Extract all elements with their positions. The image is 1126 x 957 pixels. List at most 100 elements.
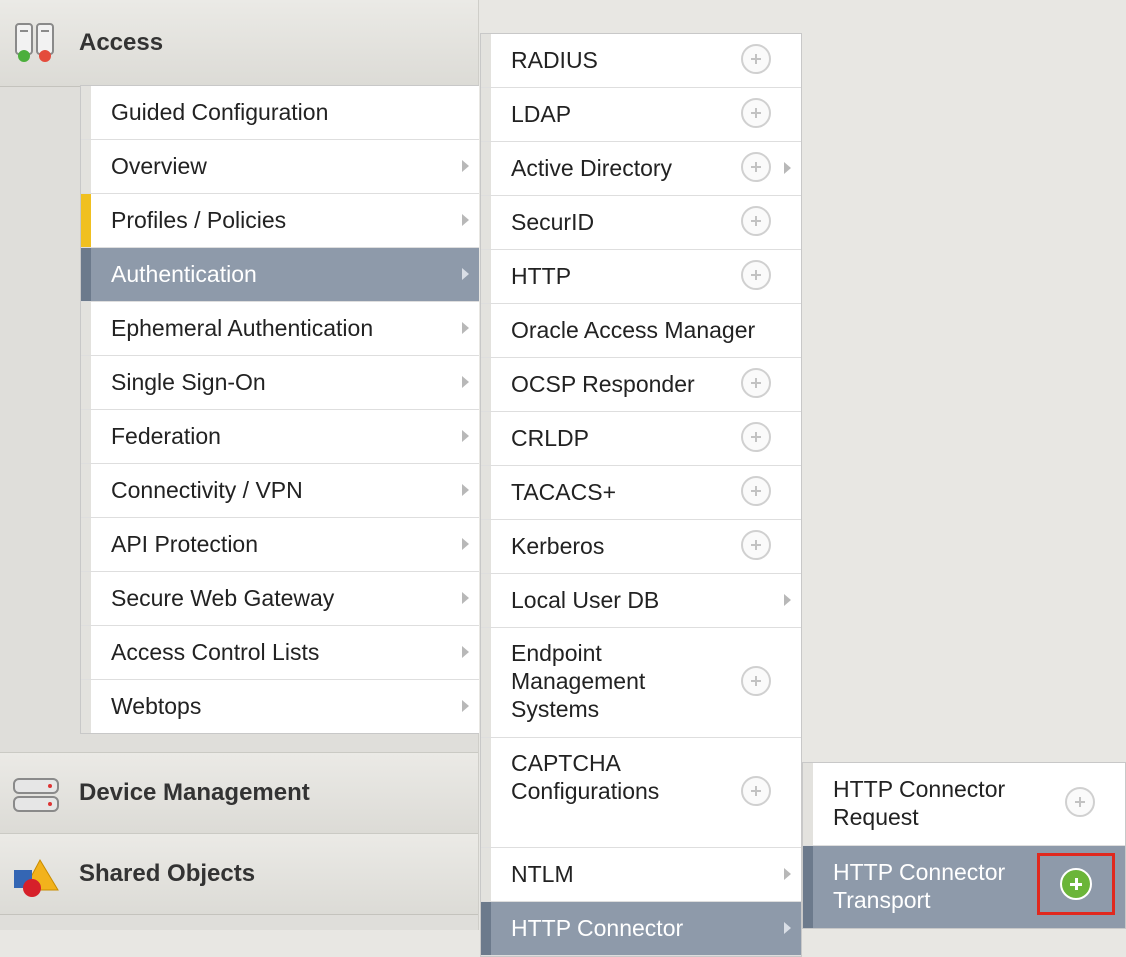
chevron-right-icon <box>462 646 469 658</box>
add-icon[interactable] <box>741 666 771 696</box>
menu-item-edge <box>481 358 491 411</box>
menu-item-secure-web-gateway[interactable]: Secure Web Gateway <box>81 572 479 626</box>
menu-item-profiles-policies[interactable]: Profiles / Policies <box>81 194 479 248</box>
submenu-item-securid[interactable]: SecurID <box>481 196 801 250</box>
add-icon[interactable] <box>741 260 771 290</box>
menu-item-edge <box>803 846 813 928</box>
menu-item-edge <box>481 412 491 465</box>
submenu-item-endpoint-management-systems[interactable]: Endpoint Management Systems <box>481 628 801 738</box>
menu-item-edge <box>81 518 91 571</box>
menu-item-federation[interactable]: Federation <box>81 410 479 464</box>
menu-item-edge <box>481 250 491 303</box>
chevron-right-icon <box>462 322 469 334</box>
add-icon[interactable] <box>741 476 771 506</box>
submenu-item-label: HTTP <box>511 263 572 289</box>
menu-item-edge <box>81 464 91 517</box>
menu-item-edge <box>81 194 91 247</box>
submenu-item-label: CRLDP <box>511 425 589 451</box>
submenu-item-active-directory[interactable]: Active Directory <box>481 142 801 196</box>
submenu-item-local-user-db[interactable]: Local User DB <box>481 574 801 628</box>
menu-item-label: Secure Web Gateway <box>111 585 335 611</box>
submenu-item-label: TACACS+ <box>511 479 617 505</box>
menu-item-label: Access Control Lists <box>111 639 320 665</box>
submenu-item-label: HTTP Connector Request <box>833 776 1006 830</box>
menu-item-access-control-lists[interactable]: Access Control Lists <box>81 626 479 680</box>
submenu-item-label: HTTP Connector <box>511 915 684 941</box>
menu-item-connectivity-vpn[interactable]: Connectivity / VPN <box>81 464 479 518</box>
menu-item-label: Federation <box>111 423 221 449</box>
menu-item-edge <box>81 572 91 625</box>
add-icon[interactable] <box>1065 787 1095 817</box>
submenu-item-label: RADIUS <box>511 47 598 73</box>
submenu-item-http-connector[interactable]: HTTP Connector <box>481 902 801 956</box>
menu-item-ephemeral-authentication[interactable]: Ephemeral Authentication <box>81 302 479 356</box>
menu-item-label: Ephemeral Authentication <box>111 315 374 341</box>
section-access[interactable]: Access <box>0 0 478 87</box>
submenu-item-tacacs[interactable]: TACACS+ <box>481 466 801 520</box>
submenu-item-kerberos[interactable]: Kerberos <box>481 520 801 574</box>
menu-item-authentication[interactable]: Authentication <box>81 248 479 302</box>
add-icon[interactable] <box>741 206 771 236</box>
menu-item-edge <box>81 248 91 301</box>
add-icon[interactable] <box>741 368 771 398</box>
menu-item-label: Connectivity / VPN <box>111 477 303 503</box>
submenu-item-label: Local User DB <box>511 587 660 613</box>
submenu-item-http-connector-transport[interactable]: HTTP Connector Transport <box>803 846 1125 928</box>
add-icon[interactable] <box>741 44 771 74</box>
submenu-item-label: Active Directory <box>511 155 673 181</box>
menu-item-edge <box>481 738 491 847</box>
server-icon <box>13 778 59 812</box>
menu-item-webtops[interactable]: Webtops <box>81 680 479 733</box>
submenu-item-ocsp-responder[interactable]: OCSP Responder <box>481 358 801 412</box>
submenu-item-http[interactable]: HTTP <box>481 250 801 304</box>
menu-item-label: Overview <box>111 153 207 179</box>
menu-item-edge <box>481 196 491 249</box>
menu-item-edge <box>481 34 491 87</box>
menu-item-edge <box>803 763 813 845</box>
access-icon <box>15 23 54 62</box>
submenu-item-ldap[interactable]: LDAP <box>481 88 801 142</box>
menu-item-guided-configuration[interactable]: Guided Configuration <box>81 86 479 140</box>
add-icon[interactable] <box>741 98 771 128</box>
menu-item-edge <box>481 848 491 901</box>
menu-item-edge <box>81 302 91 355</box>
menu-item-edge <box>81 140 91 193</box>
menu-item-edge <box>481 574 491 627</box>
menu-item-api-protection[interactable]: API Protection <box>81 518 479 572</box>
add-icon[interactable] <box>741 776 771 806</box>
chevron-right-icon <box>784 922 791 934</box>
submenu-item-label: Oracle Access Manager <box>511 317 756 343</box>
submenu-item-oracle-access-manager[interactable]: Oracle Access Manager <box>481 304 801 358</box>
menu-item-edge <box>481 628 491 737</box>
chevron-right-icon <box>784 594 791 606</box>
add-icon[interactable] <box>741 530 771 560</box>
submenu-item-radius[interactable]: RADIUS <box>481 34 801 88</box>
section-shared-objects[interactable]: Shared Objects <box>0 833 478 915</box>
chevron-right-icon <box>784 868 791 880</box>
add-icon[interactable] <box>741 152 771 182</box>
shapes-icon <box>14 858 59 897</box>
add-icon[interactable] <box>741 422 771 452</box>
submenu-item-http-connector-request[interactable]: HTTP Connector Request <box>803 763 1125 846</box>
highlighted-add-button[interactable] <box>1037 853 1115 915</box>
menu-item-single-sign-on[interactable]: Single Sign-On <box>81 356 479 410</box>
submenu-item-ntlm[interactable]: NTLM <box>481 848 801 902</box>
section-device-label: Device Management <box>79 779 310 806</box>
section-device-management[interactable]: Device Management <box>0 752 478 834</box>
section-shared-label: Shared Objects <box>79 860 256 887</box>
menu-item-label: Authentication <box>111 261 257 287</box>
menu-item-label: API Protection <box>111 531 259 557</box>
menu-item-label: Webtops <box>111 693 202 719</box>
menu-item-edge <box>81 410 91 463</box>
access-menu: Guided Configuration Overview Profiles / P… <box>80 85 479 734</box>
submenu-item-label: CAPTCHA Configurations <box>511 750 660 804</box>
menu-item-edge <box>481 304 491 357</box>
chevron-right-icon <box>462 268 469 280</box>
submenu-item-crldp[interactable]: CRLDP <box>481 412 801 466</box>
add-icon <box>1060 868 1092 900</box>
chevron-right-icon <box>784 162 791 174</box>
menu-item-edge <box>81 626 91 679</box>
submenu-item-captcha-configurations[interactable]: CAPTCHA Configurations <box>481 738 801 848</box>
menu-item-overview[interactable]: Overview <box>81 140 479 194</box>
menu-item-edge <box>481 88 491 141</box>
